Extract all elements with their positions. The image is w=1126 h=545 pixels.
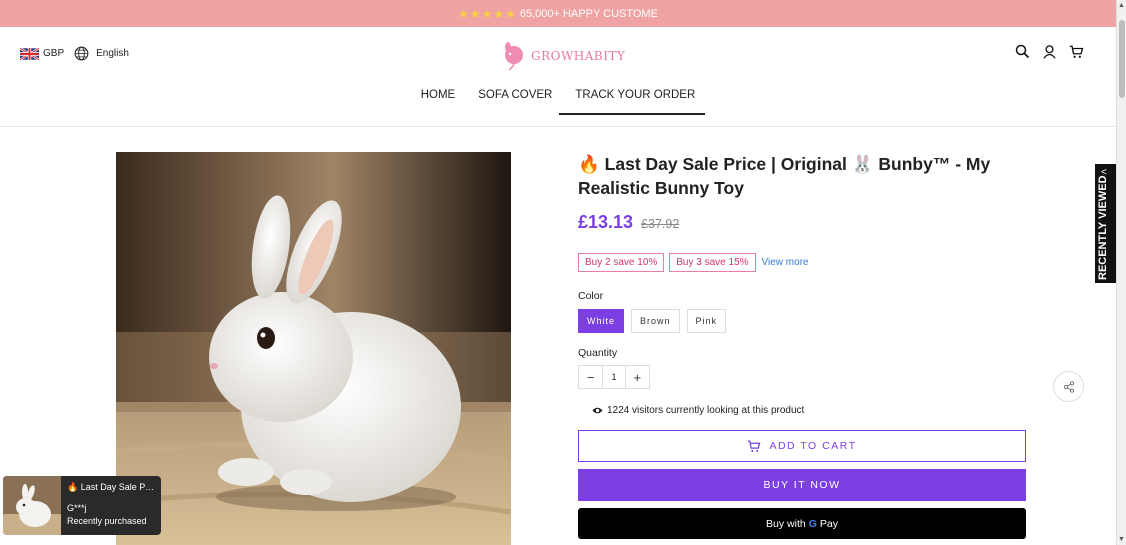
share-button[interactable] [1053,371,1084,402]
add-to-cart-label: ADD TO CART [769,440,857,452]
site-header: GBP English GROWHABITY HOME SOFA COVER T… [0,27,1116,127]
site-logo[interactable]: GROWHABITY [500,41,625,71]
recent-purchase-popup[interactable]: 🔥 Last Day Sale Pr... G***j Recently pur… [3,476,161,535]
offer-buy-3[interactable]: Buy 3 save 15% [669,253,756,272]
sale-price: £13.13 [578,212,634,232]
search-icon[interactable] [1015,44,1030,59]
fire-icon: 🔥 [67,482,79,492]
color-options: White Brown Pink [578,309,1028,333]
google-g-icon: G [808,517,817,530]
announcement-text: 65,000+ HAPPY CUSTOME [519,7,658,20]
main-nav: HOME SOFA COVER TRACK YOUR ORDER [0,89,1116,115]
google-pay-button[interactable]: Buy with G Pay [578,508,1026,539]
nav-sofa-cover[interactable]: SOFA COVER [478,89,552,115]
bundle-offers: Buy 2 save 10% Buy 3 save 15% View more [578,253,1028,272]
quantity-stepper: − 1 + [578,365,650,389]
scrollbar-thumb[interactable] [1119,20,1125,98]
color-label: Color [578,290,604,302]
logo-text: GROWHABITY [531,49,626,63]
quantity-label: Quantity [578,347,618,359]
decrease-quantity-button[interactable]: − [579,366,603,388]
product-title-text: Last Day Sale Price | Original 🐰 Bunby™ … [578,154,991,198]
compare-price: £37.92 [641,217,680,231]
buy-now-button[interactable]: BUY IT NOW [578,469,1026,501]
currency-label[interactable]: GBP [43,48,64,59]
color-brown[interactable]: Brown [631,309,680,333]
popup-title-text: Last Day Sale Pr... [80,482,155,492]
scrollbar[interactable]: ▲ ▼ [1116,0,1126,545]
product-title: 🔥 Last Day Sale Price | Original 🐰 Bunby… [578,152,1028,200]
cart-icon [748,440,761,452]
cart-icon[interactable] [1069,44,1084,59]
locale-selector: GBP English [20,46,129,61]
recently-viewed-label: RECENTLY VIEWED [1097,175,1109,280]
offer-buy-2[interactable]: Buy 2 save 10% [578,253,665,272]
eye-icon [592,407,603,414]
account-icon[interactable] [1042,44,1057,59]
popup-info: 🔥 Last Day Sale Pr... G***j Recently pur… [61,476,161,535]
add-to-cart-button[interactable]: ADD TO CART [578,430,1026,462]
gpay-prefix: Buy with [766,517,806,530]
announcement-bar: ★★★★★ 65,000+ HAPPY CUSTOME [0,0,1116,27]
visitor-text: 1224 visitors currently looking at this … [607,405,805,416]
nav-track-order[interactable]: TRACK YOUR ORDER [559,89,706,115]
price-row: £13.13 £37.92 [578,212,1028,233]
color-pink[interactable]: Pink [686,309,727,333]
quantity-input[interactable]: 1 [602,366,626,388]
popup-product-thumbnail [3,476,61,535]
product-info: 🔥 Last Day Sale Price | Original 🐰 Bunby… [578,152,1028,539]
scroll-up-icon[interactable]: ▲ [1118,2,1125,9]
uk-flag-icon[interactable] [20,47,39,60]
share-icon [1063,380,1074,393]
fire-icon: 🔥 [578,154,600,174]
gpay-suffix: Pay [819,517,838,530]
popup-customer: G***j [67,503,87,513]
view-more-link[interactable]: View more [762,257,809,268]
visitor-count: 1224 visitors currently looking at this … [592,405,1028,416]
language-label[interactable]: English [96,48,129,59]
recently-viewed-tab[interactable]: < RECENTLY VIEWED [1095,164,1116,283]
scroll-down-icon[interactable]: ▼ [1118,536,1125,543]
popup-title: 🔥 Last Day Sale Pr... [67,481,155,494]
increase-quantity-button[interactable]: + [625,366,649,388]
rating-stars: ★★★★★ [458,6,517,21]
globe-icon[interactable] [74,46,89,61]
popup-status: Recently purchased [67,516,147,526]
color-white[interactable]: White [578,309,625,333]
logo-icon [505,42,523,71]
product-image[interactable] [116,152,511,545]
header-actions [1015,44,1084,59]
nav-home[interactable]: HOME [421,89,456,115]
